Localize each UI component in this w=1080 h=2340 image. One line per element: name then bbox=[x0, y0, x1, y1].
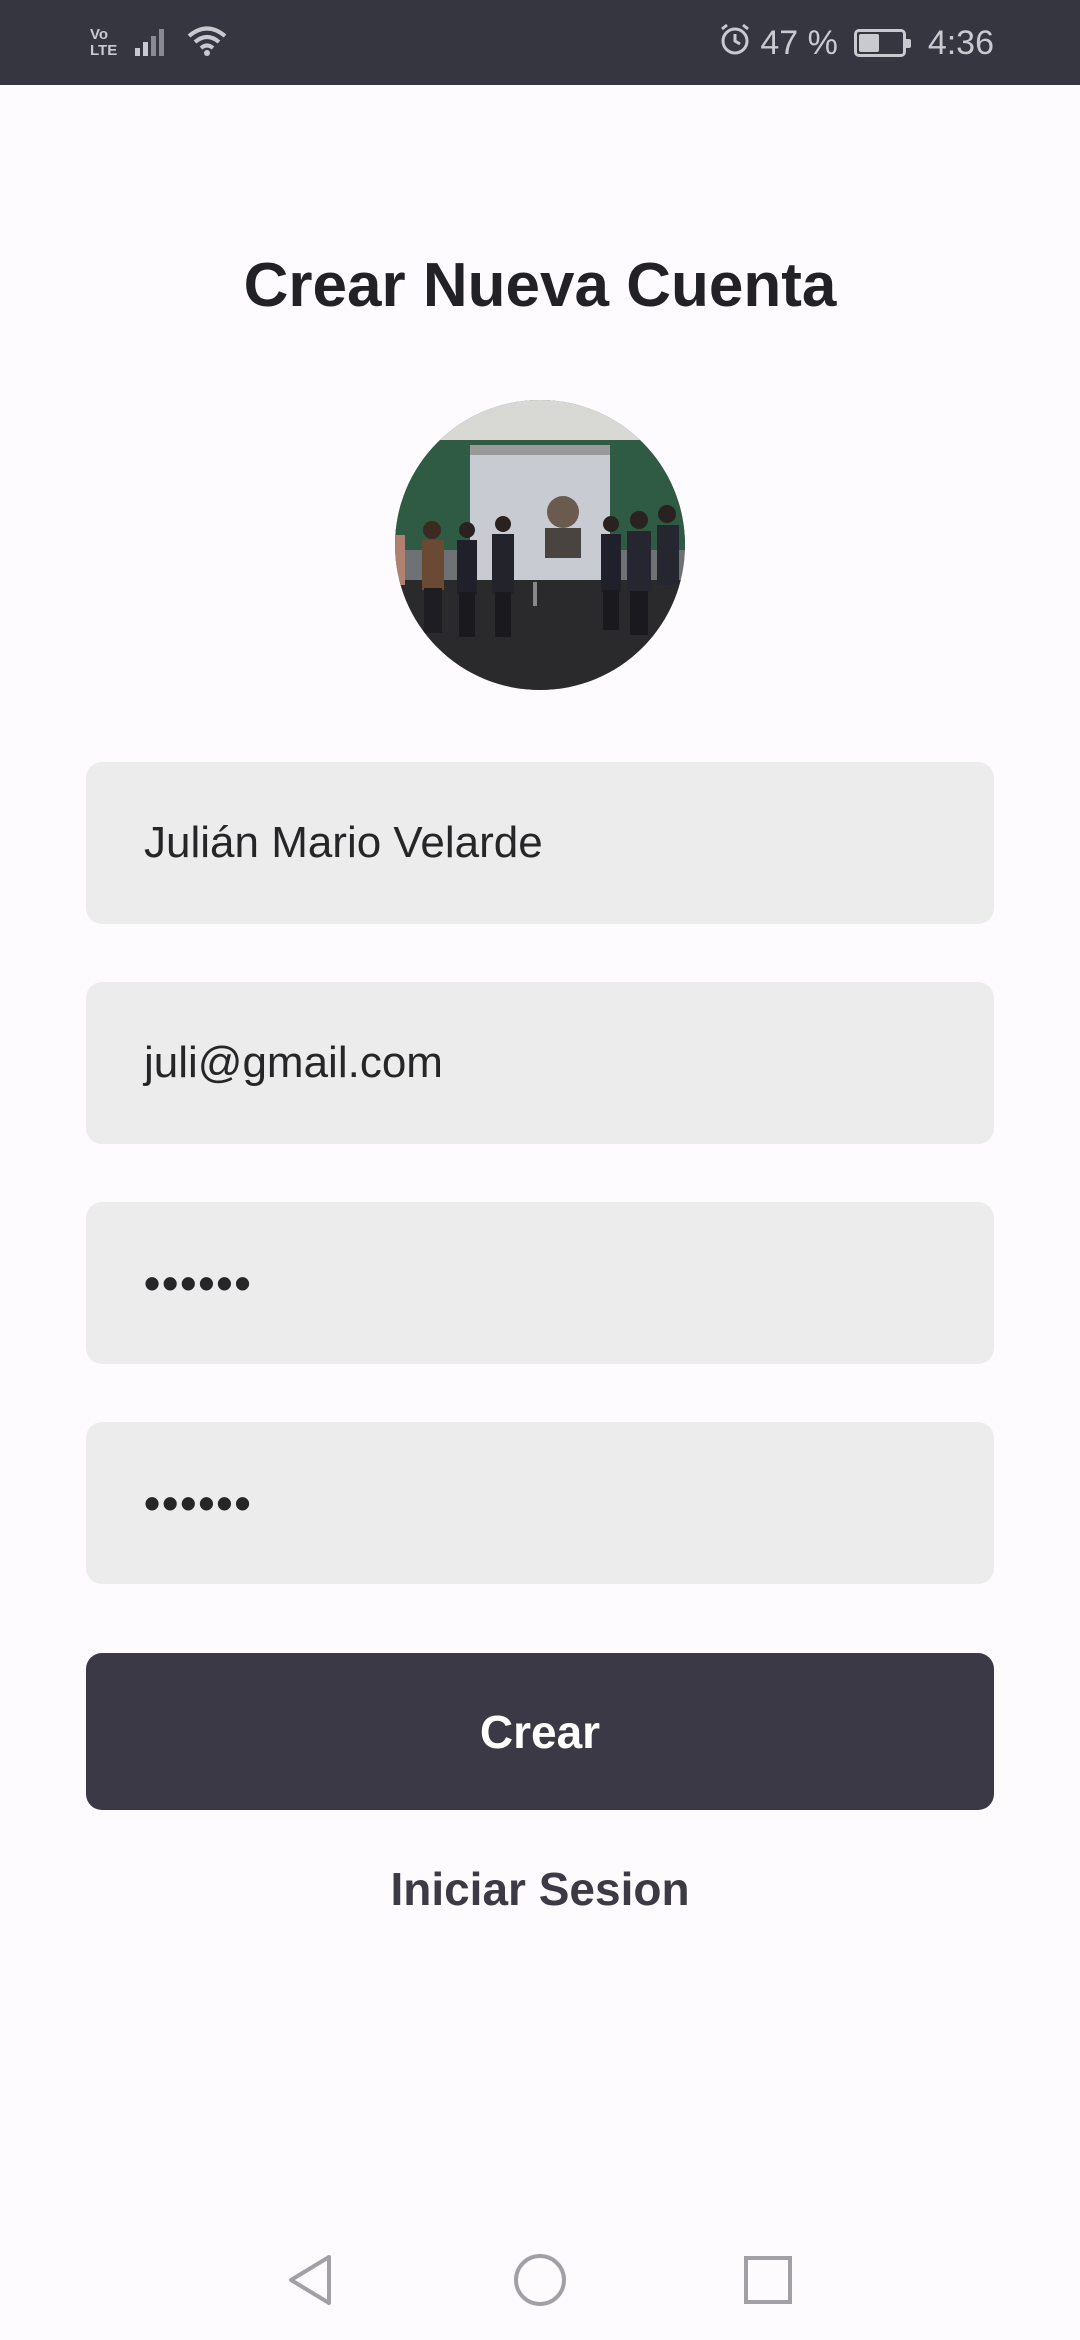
wifi-icon bbox=[187, 25, 227, 62]
name-field[interactable]: Julián Mario Velarde bbox=[86, 762, 994, 924]
battery-fill bbox=[858, 34, 879, 52]
back-button[interactable] bbox=[280, 2250, 340, 2310]
page-title: Crear Nueva Cuenta bbox=[243, 251, 837, 320]
status-bar: Vo LTE 47 % 4:36 bbox=[0, 0, 1080, 85]
recents-button[interactable] bbox=[738, 2250, 798, 2310]
confirm-password-field-value: •••••• bbox=[144, 1477, 253, 1529]
email-field[interactable]: juli@gmail.com bbox=[86, 982, 994, 1144]
battery-percent: 47 % bbox=[760, 23, 838, 62]
password-field-value: •••••• bbox=[144, 1257, 253, 1309]
clock: 4:36 bbox=[927, 23, 994, 62]
name-field-value: Julián Mario Velarde bbox=[144, 818, 543, 867]
volte-indicator: Vo LTE bbox=[90, 27, 117, 59]
avatar[interactable] bbox=[395, 400, 685, 690]
home-button[interactable] bbox=[510, 2250, 570, 2310]
recents-square-icon bbox=[744, 2256, 792, 2304]
create-account-button-label: Crear bbox=[479, 1705, 601, 1758]
avatar-photo bbox=[395, 400, 685, 690]
volte-top: Vo bbox=[90, 26, 109, 43]
password-field[interactable]: •••••• bbox=[86, 1202, 994, 1364]
create-account-button[interactable]: Crear bbox=[86, 1653, 994, 1810]
alarm-icon bbox=[718, 22, 752, 65]
volte-bottom: LTE bbox=[90, 42, 118, 59]
status-left: Vo LTE bbox=[90, 22, 227, 64]
navigation-bar bbox=[0, 2210, 1080, 2340]
battery-icon bbox=[853, 29, 911, 57]
status-right: 47 % 4:36 bbox=[718, 20, 994, 66]
login-link[interactable]: Iniciar Sesion bbox=[0, 1862, 1080, 1916]
back-triangle-icon bbox=[289, 2255, 331, 2305]
confirm-password-field[interactable]: •••••• bbox=[86, 1422, 994, 1584]
signal-icon bbox=[135, 26, 169, 61]
home-circle-icon bbox=[514, 2254, 566, 2306]
email-field-value: juli@gmail.com bbox=[144, 1038, 443, 1087]
